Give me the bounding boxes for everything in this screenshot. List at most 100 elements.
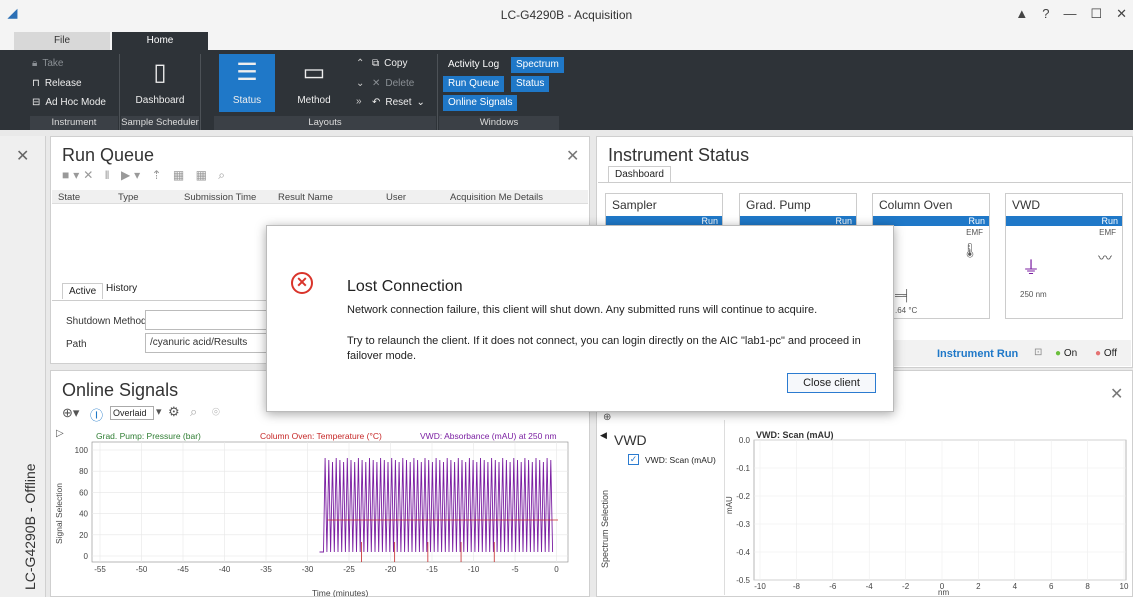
ribbon: 🔒︎ Take ⊓ Release ⊟ Ad Hoc Mode Instrument … — [0, 50, 1133, 130]
group-label-windows: Windows — [439, 116, 559, 130]
spectrum-button[interactable]: Spectrum — [511, 57, 564, 73]
help-icon[interactable]: ? — [1042, 6, 1049, 22]
chevron-down-icon[interactable]: ▾ — [156, 405, 162, 418]
on-button[interactable]: ● On — [1055, 348, 1077, 359]
group-label-scheduler: Sample Scheduler — [121, 116, 199, 130]
dashboard-button[interactable]: ▯ Dashboard — [130, 54, 190, 112]
divider — [724, 420, 725, 595]
x-tick-label: -4 — [866, 582, 874, 591]
y-tick-label: 0.0 — [739, 436, 751, 445]
collapse-ribbon-icon[interactable]: ▲ — [1015, 6, 1028, 22]
off-button[interactable]: ● Off — [1095, 348, 1117, 359]
column-icon: ═╡ — [895, 290, 911, 302]
method-icon: ▭ — [302, 59, 326, 86]
spectrum-plot-title: VWD: Scan (mAU) — [756, 430, 834, 440]
y-tick-label: -0.5 — [736, 576, 750, 585]
x-tick-label: -45 — [177, 565, 189, 574]
scroll-up-icon[interactable]: ⌃ — [356, 58, 364, 69]
run-queue-button[interactable]: Run Queue — [443, 76, 505, 92]
x-tick-label: 4 — [1013, 582, 1018, 591]
adhoc-mode-button[interactable]: ⊟ Ad Hoc Mode — [32, 97, 106, 108]
tab-file[interactable]: File — [14, 32, 110, 50]
select-signals-icon[interactable]: ⌕ — [190, 404, 197, 420]
column-header[interactable]: State — [58, 192, 80, 203]
zoom-icon[interactable]: ⊕ — [603, 412, 611, 423]
column-header[interactable]: Result Name — [278, 192, 333, 203]
take-button[interactable]: 🔒︎ Take — [32, 58, 63, 69]
oven-temperature: .64 °C — [895, 306, 918, 315]
online-signals-button[interactable]: Online Signals — [443, 95, 518, 111]
divider — [598, 182, 1131, 183]
power-off-icon: ● — [1095, 348, 1102, 359]
minimize-icon[interactable]: — — [1063, 6, 1076, 22]
copy-icon: ⧉ — [372, 58, 380, 69]
spectrum-selection-label: Spectrum Selection — [600, 489, 610, 568]
close-window-icon[interactable]: ✕ — [1116, 6, 1127, 22]
signal-icon: 〰 — [1098, 250, 1112, 266]
reset-button[interactable]: ↶ Reset ⌄ — [372, 97, 425, 108]
group-label-instrument: Instrument — [30, 116, 118, 130]
ribbon-separator — [119, 54, 120, 130]
close-icon[interactable]: ✕ — [16, 146, 29, 166]
tab-active[interactable]: Active — [62, 283, 104, 299]
delete-button[interactable]: ✕ Delete — [372, 78, 414, 89]
window-controls: ▲ ? — ☐ ✕ — [1015, 6, 1127, 22]
copy-button[interactable]: ⧉ Copy — [372, 58, 408, 69]
vwd-wavelength: 250 nm — [1020, 290, 1047, 299]
column-header[interactable]: Acquisition Me — [450, 192, 512, 203]
ribbon-tabs: File Home — [0, 32, 1133, 50]
instrument-run-label: Instrument Run — [937, 348, 1019, 360]
unlock-icon: ⊓ — [32, 78, 40, 89]
x-tick-label: -25 — [343, 565, 355, 574]
path-label: Path — [66, 339, 87, 350]
vwd-card[interactable]: VWD Run EMF 〰 ⏚ 250 nm — [1005, 193, 1123, 319]
column-header[interactable]: Details — [514, 192, 543, 203]
thermometer-icon: 🌡︎ — [961, 242, 979, 258]
camera-icon[interactable]: ⌾ — [212, 404, 220, 420]
close-icon[interactable]: ✕ — [566, 146, 579, 166]
info-icon[interactable]: ⊡ — [1034, 347, 1042, 358]
list-icon: ☰ — [236, 59, 258, 86]
tab-dashboard[interactable]: Dashboard — [608, 166, 671, 183]
emf-indicator: EMF — [1099, 228, 1116, 237]
settings-icon[interactable]: ⚙ — [168, 404, 180, 420]
lamp-icon: ⏚ — [1022, 258, 1040, 278]
path-field[interactable]: /cyanuric acid/Results — [145, 333, 267, 353]
y-tick-label: 60 — [79, 488, 88, 497]
y-tick-label: -0.1 — [736, 464, 750, 473]
dialog-message: Network connection failure, this client … — [347, 304, 818, 316]
x-tick-label: -15 — [426, 565, 438, 574]
x-tick-label: -2 — [902, 582, 910, 591]
zoom-icon[interactable]: ⊕▾ — [62, 405, 79, 421]
vwd-scan-checkbox[interactable]: ✓ — [628, 454, 639, 465]
shutdown-method-field[interactable] — [145, 310, 267, 330]
close-icon[interactable]: ✕ — [1110, 384, 1123, 404]
x-tick-label: -10 — [754, 582, 766, 591]
x-tick-label: 8 — [1085, 582, 1090, 591]
activity-log-button[interactable]: Activity Log — [443, 57, 504, 73]
tab-history[interactable]: History — [100, 281, 143, 296]
tab-home[interactable]: Home — [112, 32, 208, 50]
expand-icon[interactable]: » — [356, 96, 362, 107]
window-title: LC-G4290B - Acquisition — [500, 8, 633, 22]
shutdown-method-label: Shutdown Method — [66, 316, 147, 327]
maximize-icon[interactable]: ☐ — [1090, 6, 1102, 22]
y-tick-label: -0.3 — [736, 520, 750, 529]
column-header[interactable]: User — [386, 192, 406, 203]
close-client-button[interactable]: Close client — [787, 373, 876, 393]
column-header[interactable]: Type — [118, 192, 139, 203]
status-window-button[interactable]: Status — [511, 76, 550, 92]
power-on-icon: ● — [1055, 348, 1062, 359]
column-header[interactable]: Submission Time — [184, 192, 256, 203]
method-layout-button[interactable]: ▭ Method — [286, 54, 342, 112]
status-layout-button[interactable]: ☰ Status — [219, 54, 275, 112]
collapse-icon[interactable]: ◀ — [600, 430, 607, 441]
dialog-title: Lost Connection — [347, 278, 463, 295]
x-tick-label: 10 — [1120, 582, 1129, 591]
scroll-down-icon[interactable]: ⌄ — [356, 78, 364, 89]
cursor-icon[interactable]: Ⓘ — [90, 405, 103, 424]
spectrum-detector-title: VWD — [614, 432, 647, 448]
x-tick-label: 6 — [1049, 582, 1054, 591]
release-button[interactable]: ⊓ Release — [32, 78, 82, 89]
overlay-mode-select[interactable]: Overlaid — [110, 406, 154, 420]
